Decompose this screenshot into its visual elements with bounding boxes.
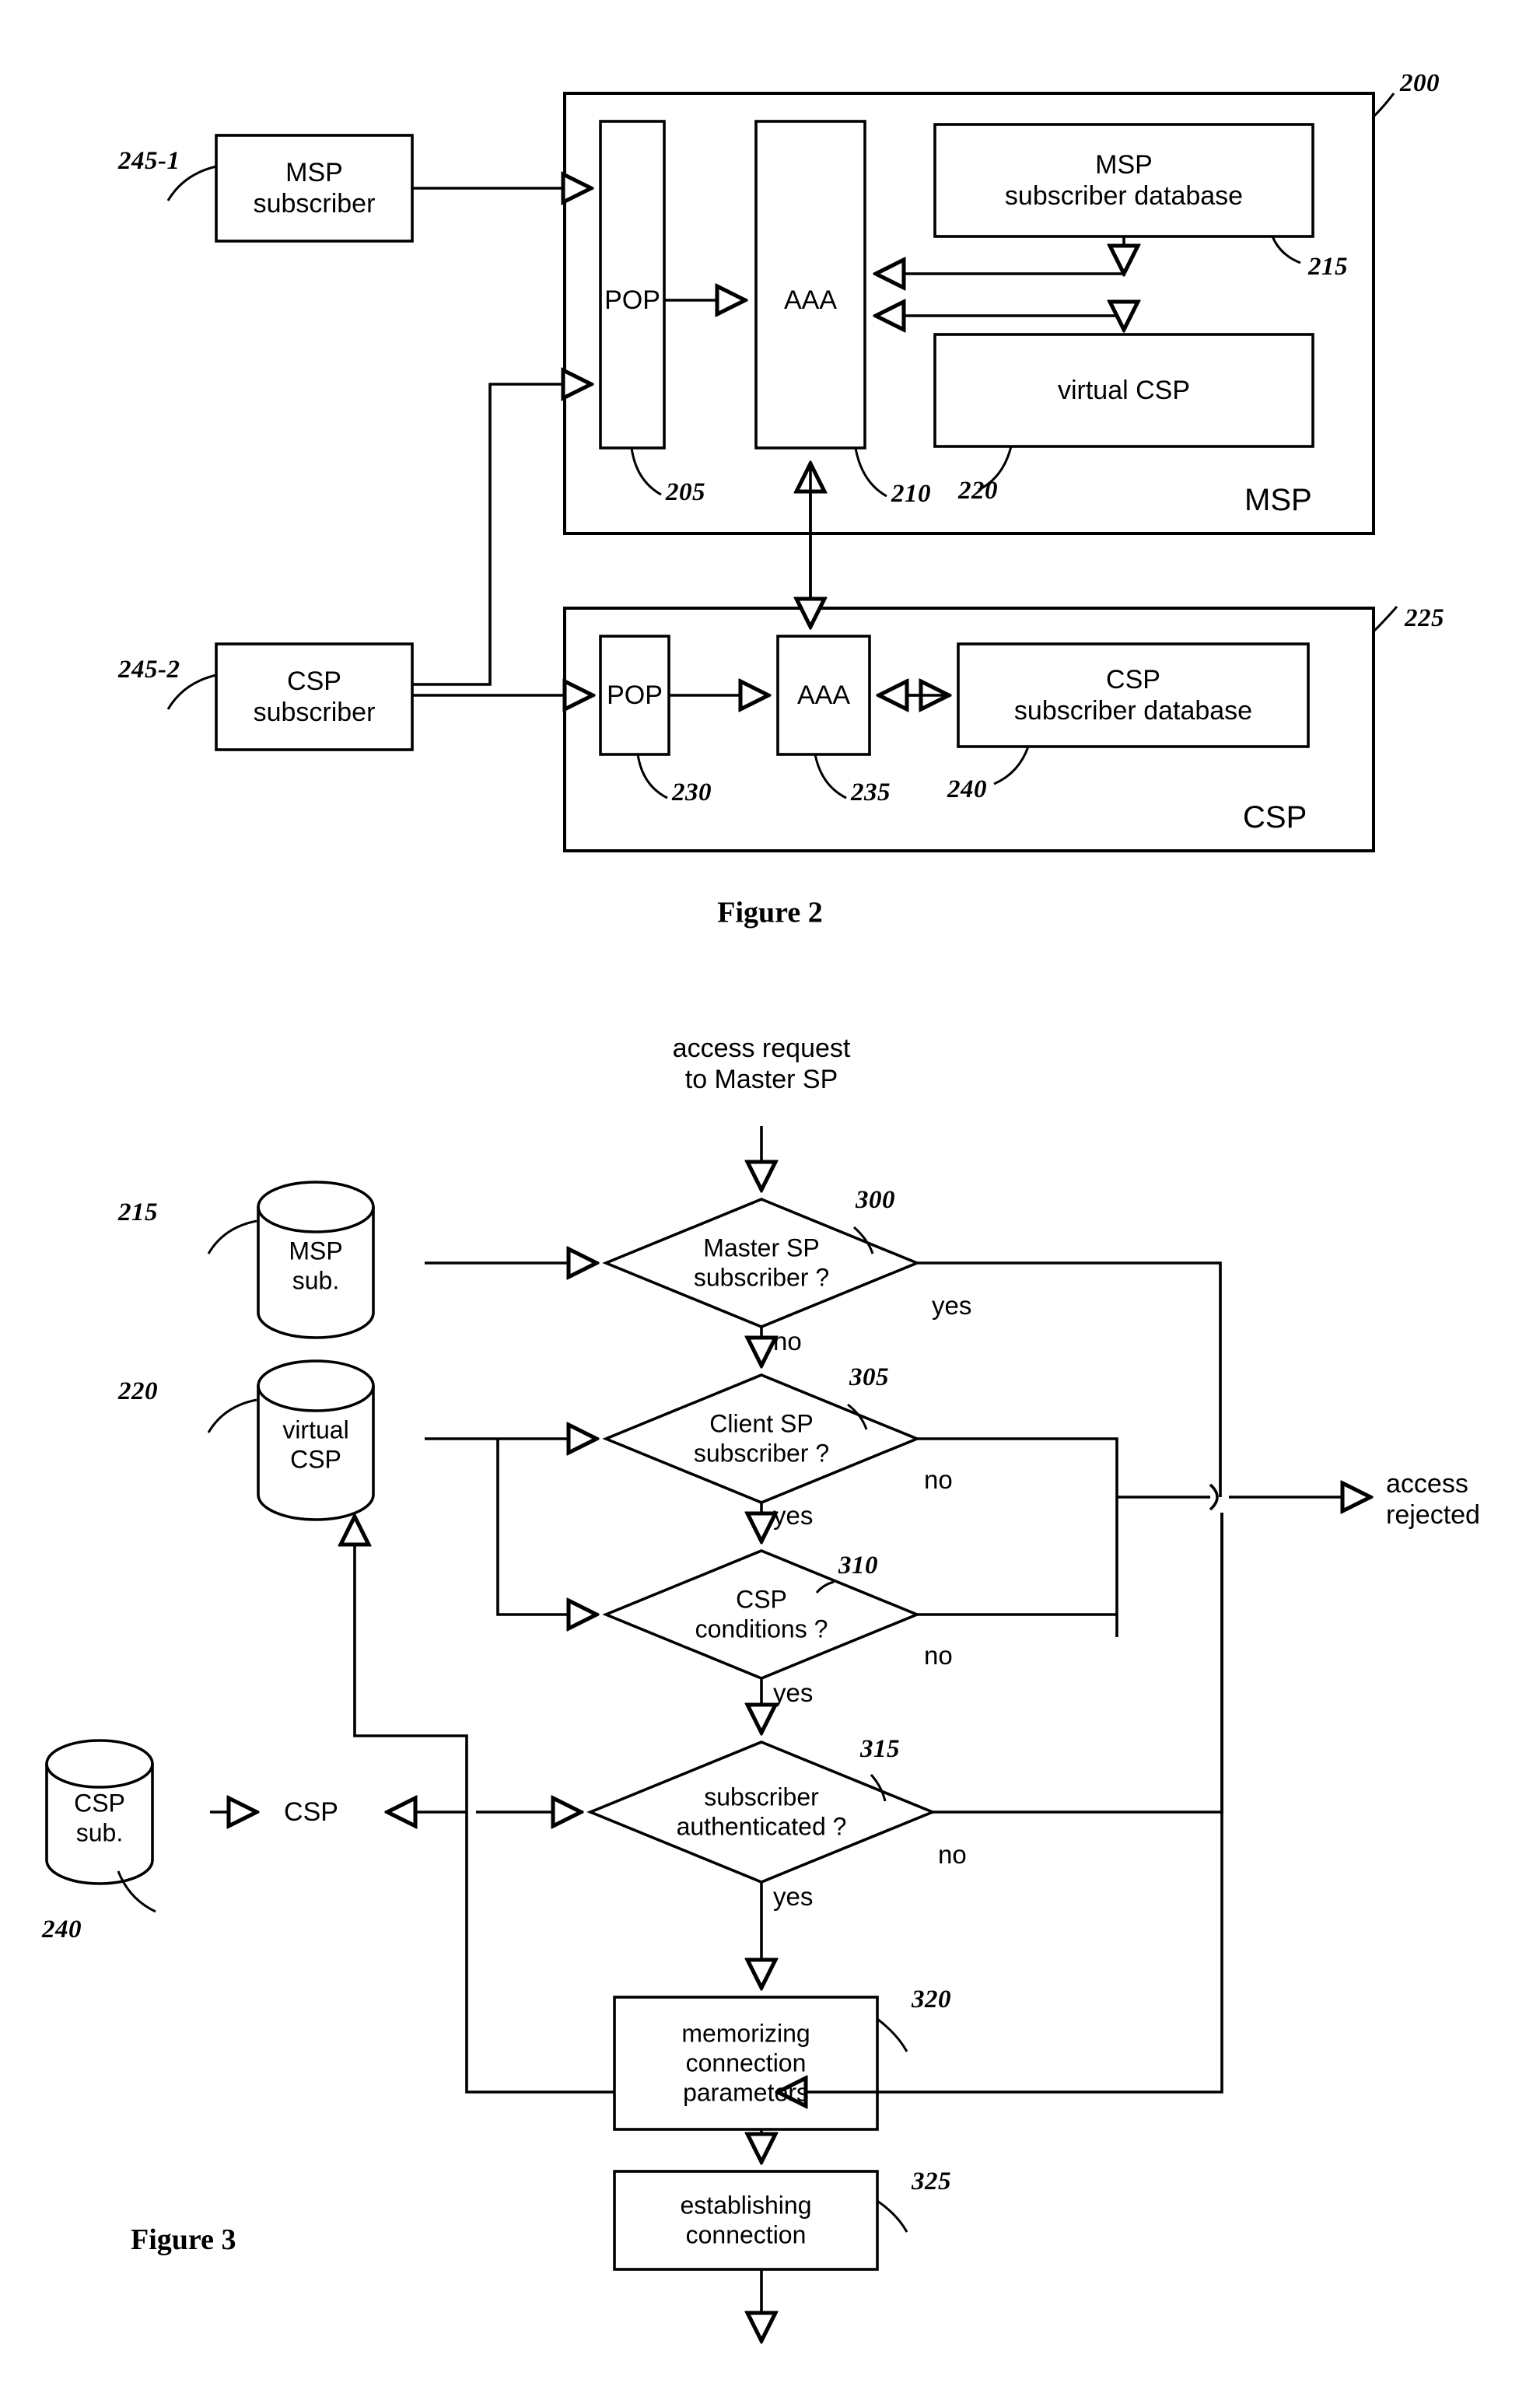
ref-245-2: 245-2 xyxy=(118,656,180,684)
csp-output-label: CSP xyxy=(284,1796,338,1827)
ref-245-1: 245-1 xyxy=(118,147,180,175)
figure-2-caption: Figure 2 xyxy=(717,896,823,929)
ref-225: 225 xyxy=(1405,604,1444,632)
decision-315-label: subscriber authenticated ? xyxy=(676,1783,847,1840)
ref-210: 210 xyxy=(891,480,931,508)
csp-block-title: CSP xyxy=(1243,800,1307,834)
msp-subscriber-database-label: MSP subscriber database xyxy=(1004,149,1244,211)
ref-220-fig2: 220 xyxy=(958,477,998,505)
decision-315-no-label: no xyxy=(938,1840,967,1869)
decision-300-yes-label: yes xyxy=(932,1291,972,1320)
msp-pop-label: POP xyxy=(604,285,660,315)
access-rejected-label: access rejected xyxy=(1386,1469,1480,1531)
ref-310: 310 xyxy=(838,1552,878,1580)
decision-300-no-label: no xyxy=(773,1327,802,1356)
ref-215-fig2: 215 xyxy=(1308,253,1348,281)
ref-300: 300 xyxy=(856,1186,895,1214)
ref-235: 235 xyxy=(851,778,891,806)
decision-300-label: Master SP subscriber ? xyxy=(693,1233,830,1291)
csp-pop-label: POP xyxy=(607,680,663,710)
ref-320: 320 xyxy=(912,1985,951,2013)
decision-310-label: CSP conditions ? xyxy=(695,1585,828,1643)
process-320-label: memorizing connection parameters xyxy=(681,2019,810,2106)
msp-aaa-label: AAA xyxy=(783,285,838,315)
ref-240-fig3: 240 xyxy=(42,1915,82,1943)
ref-230: 230 xyxy=(672,778,712,806)
decision-310-yes-label: yes xyxy=(773,1678,814,1707)
store-virtual-csp-label: virtual CSP xyxy=(282,1415,349,1473)
store-csp-sub-label: CSP sub. xyxy=(74,1789,125,1846)
decision-315-yes-label: yes xyxy=(773,1882,814,1911)
patent-drawing-sheet: MSP subscriber 245-1 CSP subscriber 245-2 … xyxy=(0,0,1540,2386)
csp-aaa-label: AAA xyxy=(796,680,851,710)
ref-305: 305 xyxy=(849,1363,889,1391)
process-325-label: establishing connection xyxy=(680,2191,812,2248)
ref-205: 205 xyxy=(666,478,705,506)
csp-subscriber-box-label: CSP subscriber xyxy=(253,666,376,727)
ref-315: 315 xyxy=(860,1735,900,1763)
figure-3-caption: Figure 3 xyxy=(131,2223,236,2256)
virtual-csp-label: virtual CSP xyxy=(1057,375,1191,405)
decision-310-no-label: no xyxy=(924,1641,953,1670)
msp-block-title: MSP xyxy=(1244,483,1312,517)
csp-subscriber-database-label: CSP subscriber database xyxy=(1013,664,1253,726)
decision-305-yes-label: yes xyxy=(773,1501,814,1530)
store-msp-sub-label: MSP sub. xyxy=(289,1237,343,1294)
ref-200: 200 xyxy=(1400,69,1440,97)
decision-305-label: Client SP subscriber ? xyxy=(693,1409,830,1467)
ref-325: 325 xyxy=(912,2167,951,2195)
decision-305-no-label: no xyxy=(924,1465,953,1494)
flow-entry-label: access request to Master SP xyxy=(672,1033,851,1094)
ref-220-fig3: 220 xyxy=(118,1377,158,1405)
ref-215-fig3: 215 xyxy=(118,1198,158,1226)
ref-240-fig2: 240 xyxy=(947,775,987,803)
msp-subscriber-box-label: MSP subscriber xyxy=(253,157,376,219)
